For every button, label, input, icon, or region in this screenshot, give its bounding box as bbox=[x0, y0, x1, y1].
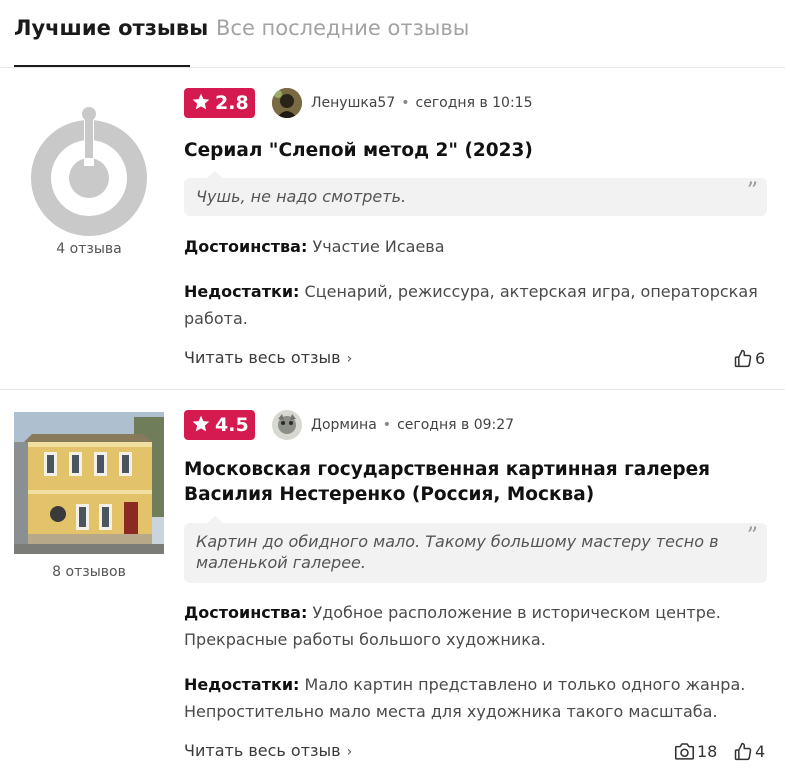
like-button[interactable]: 4 bbox=[733, 741, 765, 761]
product-thumbnail[interactable] bbox=[14, 412, 164, 554]
review-card: 4 отзыва 2.8 Ленушка57 • сегодня в 10:15 С… bbox=[0, 68, 785, 390]
product-review-count[interactable]: 4 отзыва bbox=[14, 241, 164, 257]
avatar[interactable] bbox=[272, 410, 302, 440]
read-more-label: Читать весь отзыв bbox=[184, 348, 341, 367]
review-card: 8 отзывов 4.5 Дормина • сегодня в 09:27 Мо… bbox=[0, 390, 785, 781]
review-meta: Ленушка57 • сегодня в 10:15 bbox=[311, 95, 533, 111]
chevron-right-icon: › bbox=[346, 351, 353, 367]
review-title[interactable]: Московская государственная картинная гал… bbox=[184, 457, 754, 507]
read-full-review-link[interactable]: Читать весь отзыв › bbox=[184, 741, 352, 760]
pros-label: Достоинства: bbox=[184, 237, 308, 256]
like-count: 6 bbox=[755, 349, 766, 368]
rating-badge: 4.5 bbox=[184, 410, 255, 440]
tab-best-reviews[interactable]: Лучшие отзывы bbox=[14, 16, 208, 40]
gallery-building-photo bbox=[14, 412, 164, 554]
pros-text: Участие Исаева bbox=[312, 237, 445, 256]
avatar[interactable] bbox=[272, 88, 302, 118]
chevron-right-icon: › bbox=[346, 744, 353, 760]
product-thumbnail[interactable] bbox=[14, 104, 164, 254]
active-tab-underline bbox=[14, 65, 190, 67]
cons-section: Недостатки: Мало картин представлено и т… bbox=[184, 671, 774, 725]
like-button[interactable]: 6 bbox=[733, 348, 765, 368]
review-title[interactable]: Сериал "Слепой метод 2" (2023) bbox=[184, 138, 754, 163]
author-name[interactable]: Дормина bbox=[311, 417, 377, 433]
star-icon bbox=[192, 415, 210, 432]
rating-value: 2.8 bbox=[215, 92, 249, 114]
cons-label: Недостатки: bbox=[184, 675, 300, 694]
pros-label: Достоинства: bbox=[184, 603, 308, 622]
camera-icon bbox=[674, 743, 695, 760]
review-meta: Дормина • сегодня в 09:27 bbox=[311, 417, 514, 433]
thumbs-up-icon bbox=[734, 349, 752, 368]
quote-text: Картин до обидного мало. Такому большому… bbox=[196, 532, 719, 572]
pros-section: Достоинства: Удобное расположение в исто… bbox=[184, 599, 774, 653]
separator-dot: • bbox=[401, 95, 410, 111]
rating-value: 4.5 bbox=[215, 414, 249, 436]
read-full-review-link[interactable]: Читать весь отзыв › bbox=[184, 348, 352, 367]
quote-mark-icon: ” bbox=[746, 524, 758, 549]
photo-count: 18 bbox=[697, 742, 718, 761]
review-time: сегодня в 09:27 bbox=[397, 417, 515, 433]
read-more-label: Читать весь отзыв bbox=[184, 741, 341, 760]
cons-section: Недостатки: Сценарий, режиссура, актерск… bbox=[184, 278, 774, 332]
placeholder-logo-icon bbox=[31, 107, 147, 236]
author-name[interactable]: Ленушка57 bbox=[311, 95, 395, 111]
quote-text: Чушь, не надо смотреть. bbox=[196, 187, 407, 206]
rating-badge: 2.8 bbox=[184, 88, 255, 118]
product-review-count[interactable]: 8 отзывов bbox=[14, 564, 164, 580]
cons-label: Недостатки: bbox=[184, 282, 300, 301]
review-quote: Чушь, не надо смотреть. ” bbox=[184, 171, 767, 216]
tab-latest-reviews[interactable]: Все последние отзывы bbox=[216, 16, 469, 40]
review-quote: Картин до обидного мало. Такому большому… bbox=[184, 516, 767, 583]
separator-dot: • bbox=[382, 417, 392, 433]
review-time: сегодня в 10:15 bbox=[415, 95, 533, 111]
photos-button[interactable]: 18 bbox=[674, 741, 717, 761]
review-tabs: Лучшие отзывы Все последние отзывы bbox=[0, 0, 785, 68]
quote-mark-icon: ” bbox=[746, 179, 758, 204]
like-count: 4 bbox=[755, 742, 766, 761]
star-icon bbox=[192, 93, 210, 110]
pros-section: Достоинства: Участие Исаева bbox=[184, 233, 774, 260]
thumbs-up-icon bbox=[734, 742, 752, 761]
